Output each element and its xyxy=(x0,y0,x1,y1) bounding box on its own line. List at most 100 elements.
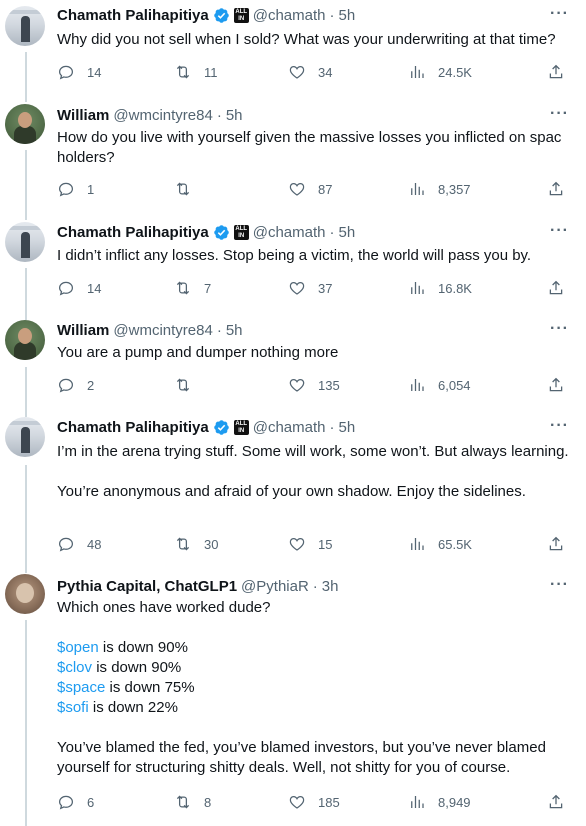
more-options-icon[interactable]: ··· xyxy=(550,5,569,23)
retweet-button[interactable]: 30 xyxy=(174,534,218,554)
affiliation-badge-icon: ALL IN xyxy=(233,224,249,240)
share-icon xyxy=(549,64,563,79)
timestamp[interactable]: 5h xyxy=(226,322,243,339)
views-button[interactable]: 65.5K xyxy=(408,534,472,554)
cashtag-link[interactable]: $sofi xyxy=(57,699,89,716)
views-button[interactable]: 8,357 xyxy=(408,179,471,199)
like-count: 34 xyxy=(318,64,333,80)
author-name[interactable]: Pythia Capital, ChatGLP1 xyxy=(57,578,237,595)
action-bar: 14 7 37 16.8K xyxy=(57,278,572,298)
heart-icon xyxy=(289,281,305,295)
tweet-paragraph: Why did you not sell when I sold? What w… xyxy=(57,31,556,48)
author-name[interactable]: Chamath Palihapitiya xyxy=(57,419,209,436)
more-options-icon[interactable]: ··· xyxy=(550,417,569,435)
reply-button[interactable]: 6 xyxy=(57,792,94,812)
retweet-count: 8 xyxy=(204,794,212,810)
timestamp[interactable]: 3h xyxy=(322,578,339,595)
reply-icon xyxy=(58,537,74,552)
timestamp[interactable]: 5h xyxy=(338,7,355,24)
share-button[interactable] xyxy=(547,534,565,554)
heart-icon xyxy=(289,795,305,809)
author-name[interactable]: William xyxy=(57,107,109,124)
timestamp[interactable]: 5h xyxy=(338,419,355,436)
more-options-icon[interactable]: ··· xyxy=(550,320,569,338)
reply-button[interactable]: 14 xyxy=(57,62,101,82)
heart-icon xyxy=(289,378,305,392)
retweet-button[interactable]: 11 xyxy=(174,62,218,82)
share-button[interactable] xyxy=(547,278,565,298)
timestamp[interactable]: 5h xyxy=(338,224,355,241)
author-handle[interactable]: @wmcintyre84 xyxy=(113,107,212,124)
retweet-count: 30 xyxy=(204,536,219,552)
views-chart-icon xyxy=(411,66,424,78)
like-button[interactable]: 34 xyxy=(288,62,332,82)
retweet-button[interactable]: 7 xyxy=(174,278,211,298)
tweet-paragraph: How do you live with yourself given the … xyxy=(57,129,562,166)
avatar[interactable] xyxy=(5,320,45,360)
share-button[interactable] xyxy=(547,62,565,82)
tweet[interactable]: Chamath Palihapitiya ALL IN @chamath · 5h… xyxy=(0,214,586,312)
avatar[interactable] xyxy=(5,6,45,46)
share-icon xyxy=(549,536,563,551)
timestamp[interactable]: 5h xyxy=(226,107,243,124)
affiliation-badge-icon: ALL IN xyxy=(233,7,249,23)
reply-button[interactable]: 48 xyxy=(57,534,101,554)
author-handle[interactable]: @PythiaR xyxy=(241,578,309,595)
reply-button[interactable]: 1 xyxy=(57,179,94,199)
more-options-icon[interactable]: ··· xyxy=(550,576,569,594)
reply-button[interactable]: 14 xyxy=(57,278,101,298)
retweet-button[interactable]: 8 xyxy=(174,792,211,812)
author-handle[interactable]: @chamath xyxy=(253,7,326,24)
avatar[interactable] xyxy=(5,417,45,457)
author-handle[interactable]: @chamath xyxy=(253,419,326,436)
views-button[interactable]: 6,054 xyxy=(408,375,471,395)
like-button[interactable]: 15 xyxy=(288,534,332,554)
view-count: 16.8K xyxy=(438,280,472,296)
like-button[interactable]: 185 xyxy=(288,792,340,812)
tweet[interactable]: William @wmcintyre84 · 5h ··· How do you… xyxy=(0,96,586,214)
views-button[interactable]: 8,949 xyxy=(408,792,471,812)
retweet-button[interactable] xyxy=(174,179,204,199)
share-button[interactable] xyxy=(547,375,565,395)
retweet-count: 7 xyxy=(204,280,212,296)
cashtag-link[interactable]: $clov xyxy=(57,659,92,676)
cashtag-link[interactable]: $space xyxy=(57,679,105,696)
cashtag-line: $clov is down 90% xyxy=(57,658,572,678)
like-button[interactable]: 135 xyxy=(288,375,340,395)
cashtag-text: is down 90% xyxy=(92,659,182,676)
avatar[interactable] xyxy=(5,574,45,614)
tweet[interactable]: Chamath Palihapitiya ALL IN @chamath · 5h… xyxy=(0,0,586,96)
views-button[interactable]: 16.8K xyxy=(408,278,472,298)
retweet-button[interactable] xyxy=(174,375,204,395)
tweet-paragraph: You’ve blamed the fed, you’ve blamed inv… xyxy=(57,739,546,776)
tweet[interactable]: Chamath Palihapitiya ALL IN @chamath · 5h… xyxy=(0,409,586,566)
separator-dot: · xyxy=(312,577,318,595)
tweet-text: Why did you not sell when I sold? What w… xyxy=(57,30,572,50)
verified-badge-icon xyxy=(213,224,229,240)
avatar[interactable] xyxy=(5,104,45,144)
author-name[interactable]: Chamath Palihapitiya xyxy=(57,224,209,241)
more-options-icon[interactable]: ··· xyxy=(550,222,569,240)
tweet[interactable]: Pythia Capital, ChatGLP1 @PythiaR · 3h ·… xyxy=(0,566,586,826)
avatar[interactable] xyxy=(5,222,45,262)
share-button[interactable] xyxy=(547,179,565,199)
author-name[interactable]: William xyxy=(57,322,109,339)
tweet-text: How do you live with yourself given the … xyxy=(57,128,572,168)
views-chart-icon xyxy=(411,183,424,195)
author-handle[interactable]: @chamath xyxy=(253,224,326,241)
reply-icon xyxy=(58,795,74,810)
author-name[interactable]: Chamath Palihapitiya xyxy=(57,7,209,24)
share-button[interactable] xyxy=(547,792,565,812)
tweet[interactable]: William @wmcintyre84 · 5h ··· You are a … xyxy=(0,312,586,409)
like-button[interactable]: 87 xyxy=(288,179,332,199)
like-count: 185 xyxy=(318,794,340,810)
reply-button[interactable]: 2 xyxy=(57,375,94,395)
like-button[interactable]: 37 xyxy=(288,278,332,298)
author-handle[interactable]: @wmcintyre84 xyxy=(113,322,212,339)
separator-dot: · xyxy=(216,321,222,339)
retweet-icon xyxy=(176,537,190,551)
more-options-icon[interactable]: ··· xyxy=(550,105,569,123)
separator-dot: · xyxy=(216,106,222,124)
cashtag-link[interactable]: $open xyxy=(57,639,99,656)
views-button[interactable]: 24.5K xyxy=(408,62,472,82)
